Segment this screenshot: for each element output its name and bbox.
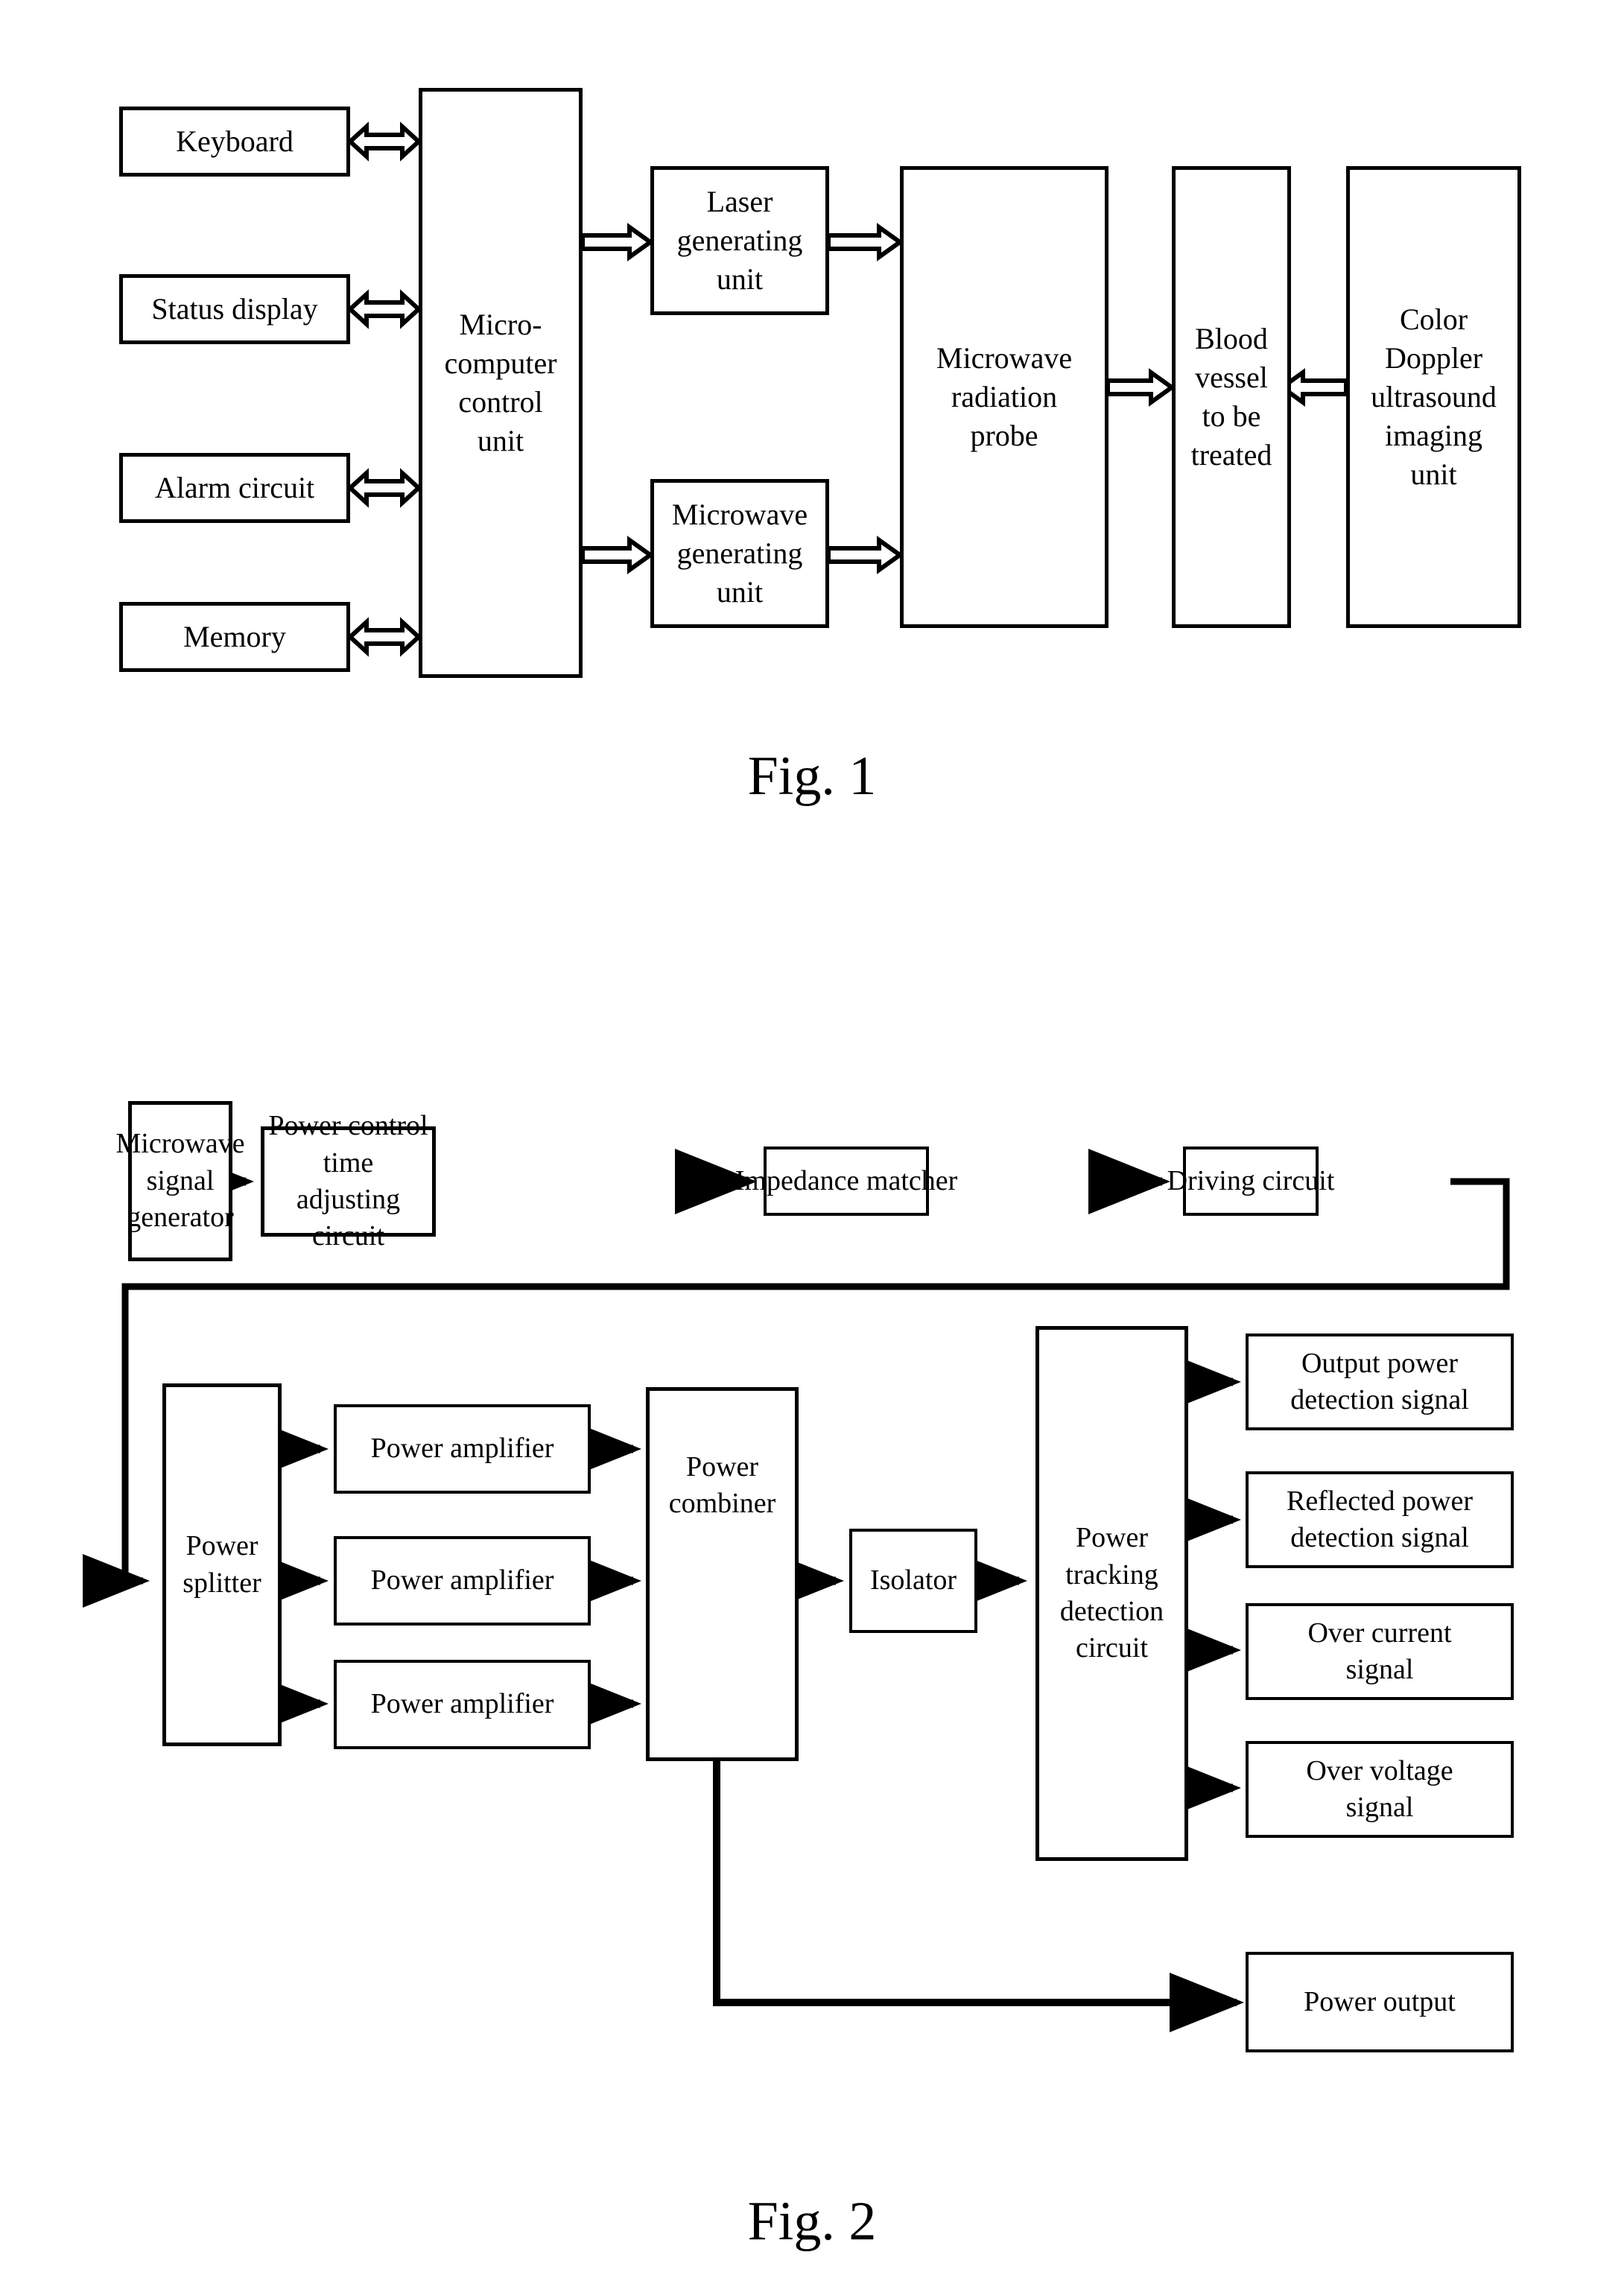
block-power-output[interactable]: Power output: [1246, 1952, 1514, 2052]
block-blood-vessel-to-be-treated-label: Blood vessel to be treated: [1190, 322, 1272, 472]
arrow-microwave-unit-to-radiation-probe: [826, 536, 904, 574]
figure-2-caption: Fig. 2: [747, 2191, 877, 2252]
block-power-tracking-detection-circuit[interactable]: Power tracking detection circuit: [1035, 1326, 1188, 1861]
arrow-status-display-to-control-unit: [346, 289, 422, 329]
block-power-control-time-adjusting-circuit-label: Power control time adjusting circuit: [268, 1110, 428, 1252]
block-blood-vessel-to-be-treated[interactable]: Blood vessel to be treated: [1172, 166, 1291, 628]
block-power-output-label: Power output: [1304, 1985, 1456, 2017]
arrow-control-unit-to-laser-generating-unit: [580, 223, 655, 261]
arrow-alarm-circuit-to-control-unit: [346, 468, 422, 508]
block-memory-label: Memory: [183, 620, 286, 653]
block-power-amplifier-2[interactable]: Power amplifier: [334, 1536, 591, 1626]
arrow-laser-unit-to-radiation-probe: [826, 223, 904, 261]
block-color-doppler-ultrasound-imaging-unit-label: Color Doppler ultrasound imaging unit: [1371, 302, 1497, 491]
block-driving-circuit[interactable]: Driving circuit: [1167, 1147, 1334, 1216]
block-isolator[interactable]: Isolator: [849, 1529, 977, 1633]
block-isolator-label: Isolator: [869, 1564, 957, 1596]
block-power-amplifier-1[interactable]: Power amplifier: [334, 1404, 591, 1494]
figure-1-caption: Fig. 1: [747, 746, 877, 807]
block-status-display[interactable]: Status display: [119, 274, 350, 344]
block-power-combiner-label: Power combiner: [668, 1451, 776, 1520]
block-output-power-detection-signal[interactable]: Output power detection signal: [1246, 1333, 1514, 1430]
block-power-splitter[interactable]: Power splitter: [162, 1383, 282, 1746]
block-microwave-signal-generator-label: Microwave signal generator: [115, 1128, 245, 1234]
block-over-current-signal[interactable]: Over current signal: [1246, 1603, 1514, 1700]
arrow-color-doppler-to-blood-vessel: [1278, 368, 1348, 407]
block-laser-generating-unit[interactable]: Laser generating unit: [650, 166, 829, 315]
block-microwave-radiation-probe-label: Microwave radiation probe: [936, 341, 1073, 452]
block-micro-computer-control-unit-label: Micro- computer control unit: [444, 308, 557, 457]
block-status-display-label: Status display: [151, 292, 318, 326]
arrow-keyboard-to-control-unit: [346, 121, 422, 162]
block-output-power-detection-signal-label: Output power detection signal: [1290, 1347, 1469, 1415]
block-over-voltage-signal[interactable]: Over voltage signal: [1246, 1741, 1514, 1838]
block-over-current-signal-label: Over current signal: [1307, 1617, 1452, 1685]
block-micro-computer-control-unit[interactable]: Micro- computer control unit: [419, 88, 583, 678]
arrow-radiation-probe-to-blood-vessel: [1106, 368, 1176, 407]
block-alarm-circuit[interactable]: Alarm circuit: [119, 453, 350, 523]
block-power-tracking-detection-circuit-label: Power tracking detection circuit: [1059, 1522, 1164, 1664]
block-impedance-matcher-label: Impedance matcher: [735, 1164, 958, 1196]
arrow-control-unit-to-microwave-generating-unit: [580, 536, 655, 574]
block-power-control-time-adjusting-circuit[interactable]: Power control time adjusting circuit: [261, 1110, 436, 1252]
block-microwave-radiation-probe[interactable]: Microwave radiation probe: [900, 166, 1108, 628]
block-laser-generating-unit-label: Laser generating unit: [676, 185, 803, 296]
block-keyboard[interactable]: Keyboard: [119, 107, 350, 177]
block-microwave-generating-unit-label: Microwave generating unit: [671, 498, 808, 609]
block-power-amplifier-2-label: Power amplifier: [370, 1564, 554, 1596]
block-driving-circuit-label: Driving circuit: [1167, 1164, 1335, 1196]
block-impedance-matcher[interactable]: Impedance matcher: [735, 1147, 957, 1216]
block-over-voltage-signal-label: Over voltage signal: [1306, 1754, 1453, 1823]
block-power-splitter-label: Power splitter: [183, 1530, 261, 1599]
block-microwave-generating-unit[interactable]: Microwave generating unit: [650, 479, 829, 628]
block-memory[interactable]: Memory: [119, 602, 350, 672]
block-alarm-circuit-label: Alarm circuit: [154, 471, 315, 504]
block-power-amplifier-1-label: Power amplifier: [370, 1433, 554, 1465]
block-reflected-power-detection-signal-label: Reflected power detection signal: [1286, 1485, 1474, 1553]
block-power-amplifier-3[interactable]: Power amplifier: [334, 1660, 591, 1749]
block-color-doppler-ultrasound-imaging-unit[interactable]: Color Doppler ultrasound imaging unit: [1346, 166, 1521, 628]
block-keyboard-label: Keyboard: [176, 124, 294, 158]
patent-figure-page: Keyboard Status display Alarm circuit Me…: [0, 0, 1624, 2296]
block-power-amplifier-3-label: Power amplifier: [370, 1688, 554, 1720]
block-reflected-power-detection-signal[interactable]: Reflected power detection signal: [1246, 1471, 1514, 1568]
block-microwave-signal-generator[interactable]: Microwave signal generator: [115, 1101, 245, 1261]
block-power-combiner[interactable]: Power combiner: [646, 1387, 799, 1761]
arrow-memory-to-control-unit: [346, 617, 422, 657]
